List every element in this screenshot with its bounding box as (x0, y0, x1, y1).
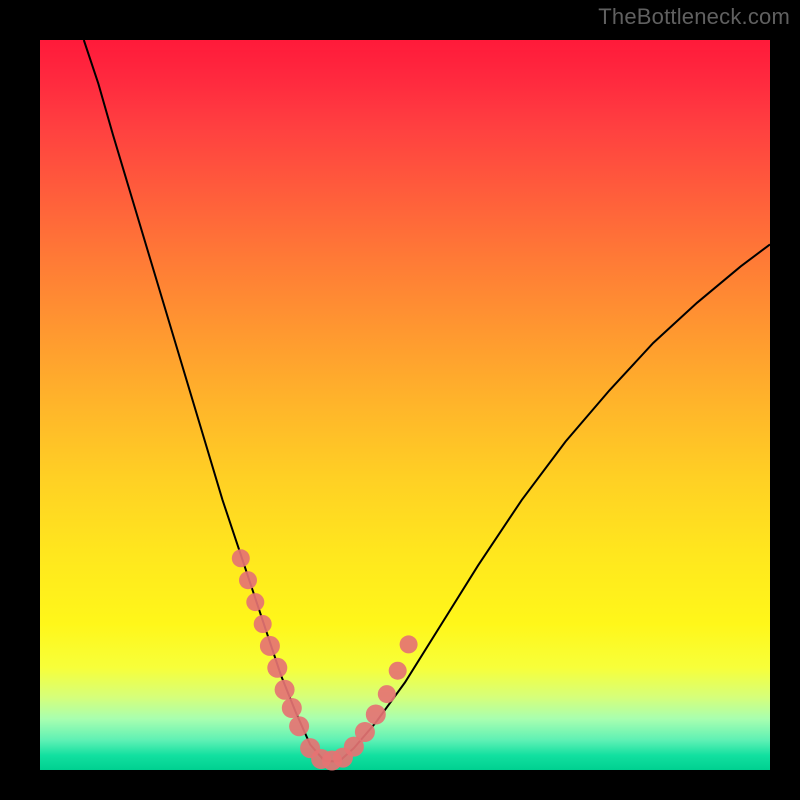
chart-svg (40, 40, 770, 770)
highlight-dot (289, 716, 309, 736)
highlight-dot (378, 685, 396, 703)
attribution-label: TheBottleneck.com (598, 4, 790, 30)
highlight-dot (282, 698, 302, 718)
highlight-dot (246, 593, 264, 611)
highlight-dot (239, 571, 257, 589)
highlight-dot (400, 635, 418, 653)
plot-area (40, 40, 770, 770)
highlight-dot (254, 615, 272, 633)
highlight-dot (275, 680, 295, 700)
highlight-dot (260, 636, 280, 656)
bottleneck-curve (84, 40, 770, 761)
highlight-dots (232, 549, 418, 770)
highlight-dot (366, 705, 386, 725)
highlight-dot (355, 722, 375, 742)
chart-frame: TheBottleneck.com (0, 0, 800, 800)
highlight-dot (232, 549, 250, 567)
highlight-dot (389, 662, 407, 680)
highlight-dot (267, 658, 287, 678)
